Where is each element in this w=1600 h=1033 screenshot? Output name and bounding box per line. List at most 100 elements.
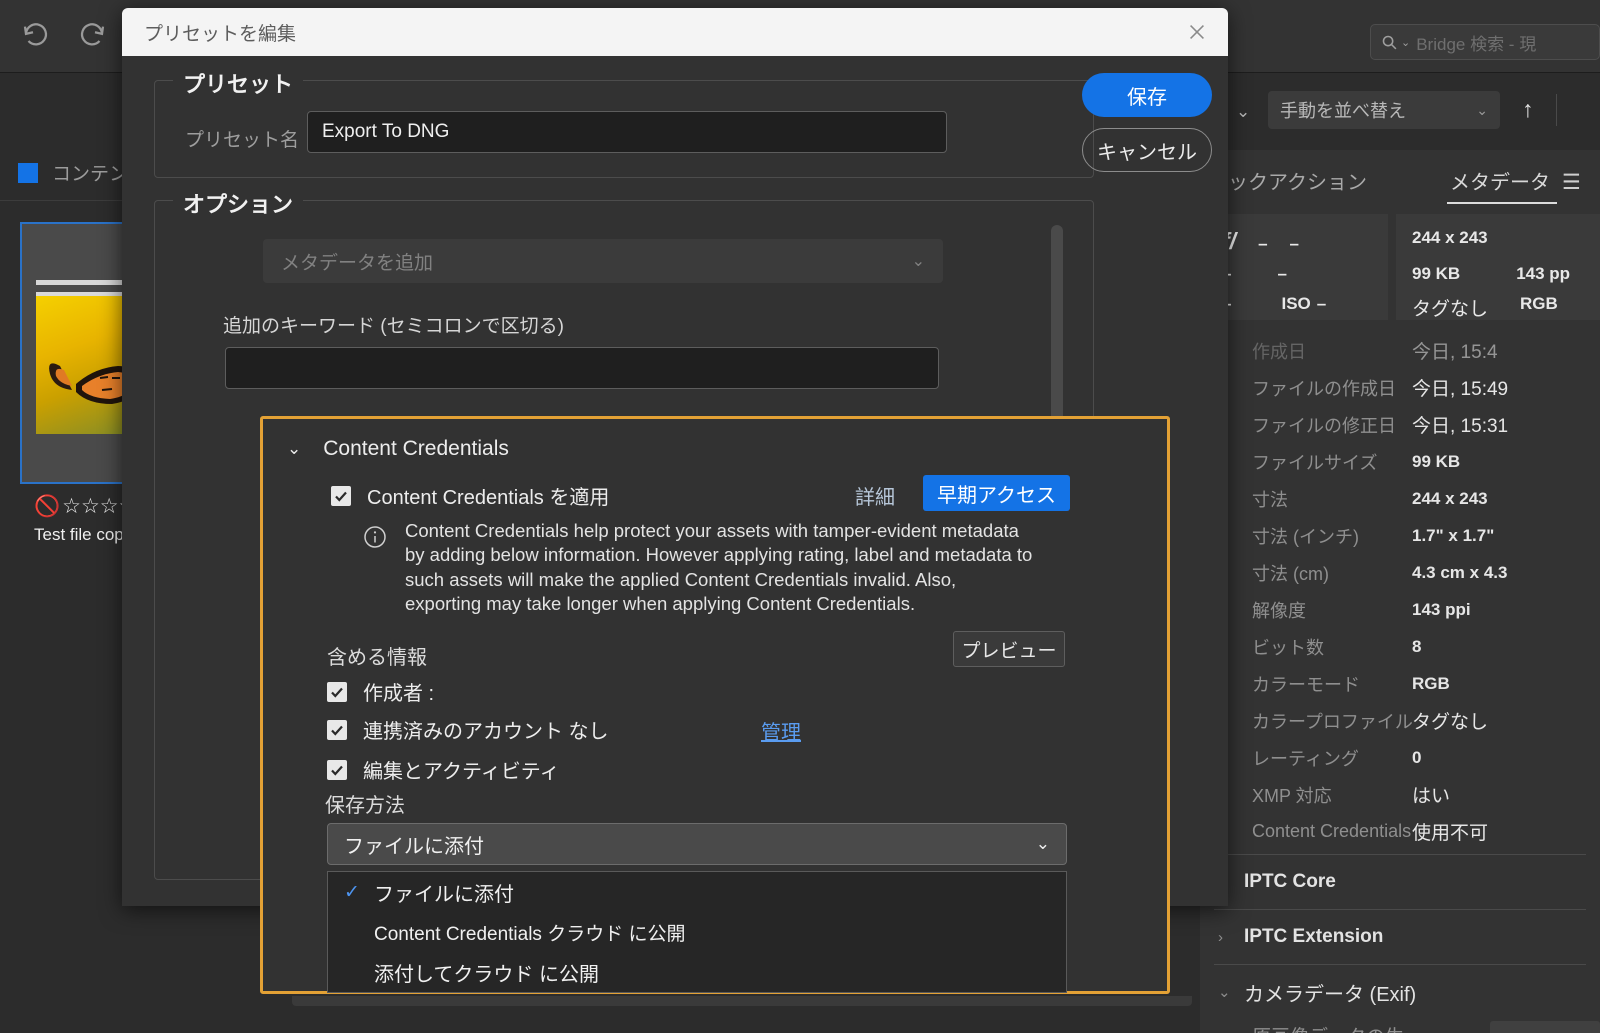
summary-colormode: RGB	[1520, 294, 1558, 313]
metadata-group-3[interactable]: ⌄ カメラデータ (Exif)	[1200, 969, 1600, 1015]
save-button[interactable]: 保存	[1082, 73, 1212, 117]
cancel-button[interactable]: キャンセル	[1082, 128, 1212, 172]
content-panel-swatch	[18, 162, 38, 183]
metadata-key: ファイルの作成日	[1252, 378, 1396, 399]
hamburger-menu-icon[interactable]: ☰	[1562, 170, 1581, 195]
checkbox-row-linked-accounts[interactable]: 連携済みのアカウント なし	[327, 715, 609, 744]
content-credentials-header[interactable]: ⌄ Content Credentials	[287, 437, 509, 461]
metadata-row: ファイルサイズ 99 KB	[1200, 443, 1600, 480]
metadata-value: はい	[1412, 786, 1451, 807]
linked-accounts-checkbox[interactable]	[327, 719, 347, 740]
dropdown-option-label: ファイルに添付	[374, 883, 514, 906]
save-method-label: 保存方法	[325, 795, 405, 817]
search-input[interactable]: ⌄ Bridge 検索 - 現	[1370, 24, 1600, 60]
metadata-row: XMP 対応 はい	[1200, 776, 1600, 813]
metadata-panel-tabs: イックアクション メタデータ ☰	[1200, 158, 1600, 204]
keywords-input[interactable]	[225, 347, 939, 389]
search-icon	[1381, 34, 1398, 51]
metadata-divider	[1214, 909, 1586, 910]
dialog-bottom-bar	[292, 996, 1192, 1006]
apply-content-credentials-label: Content Credentials を適用	[367, 487, 610, 509]
rotate-clockwise-icon[interactable]	[74, 18, 110, 54]
metadata-value: 143 ppi	[1412, 599, 1471, 619]
metadata-value: 今日, 15:49	[1412, 379, 1509, 400]
metadata-summary: f/ – – – – – ISO – 2	[1200, 214, 1600, 320]
close-icon[interactable]	[1184, 19, 1210, 45]
metadata-row: ファイルの修正日 今日, 15:31	[1200, 406, 1600, 443]
tab-metadata[interactable]: メタデータ	[1450, 166, 1550, 195]
summary-resolution: 143 pp	[1516, 264, 1571, 283]
dropdown-option-2[interactable]: Content Credentials クラウド に公開	[328, 912, 1066, 952]
metadata-row: カラープロファイル タグなし	[1200, 702, 1600, 739]
content-credentials-title: Content Credentials	[323, 437, 509, 460]
checkbox-row-edits-activity[interactable]: 編集とアクティビティ	[327, 755, 560, 784]
apply-content-credentials-row[interactable]: Content Credentials を適用	[331, 481, 609, 510]
save-method-dropdown[interactable]: ✓ ファイルに添付 Content Credentials クラウド に公開添付して…	[327, 871, 1067, 993]
edits-activity-checkbox[interactable]	[327, 759, 347, 780]
dropdown-option-3[interactable]: 添付してクラウド に公開	[328, 952, 1066, 992]
info-icon	[363, 525, 387, 549]
camera-summary-box: f/ – – – – – ISO –	[1208, 214, 1388, 320]
chevron-down-icon[interactable]: ⌄	[1218, 983, 1232, 1001]
creator-checkbox[interactable]	[327, 681, 347, 702]
file-summary-box: 244 x 243 99 KB 143 pp タグなし RGB	[1396, 214, 1600, 320]
save-method-value: ファイルに添付	[344, 835, 484, 858]
metadata-group-label: カメラデータ (Exif)	[1244, 983, 1417, 1006]
metadata-key: XMP 対応	[1252, 785, 1332, 806]
apply-content-credentials-checkbox[interactable]	[331, 485, 351, 506]
detail-link[interactable]: 詳細	[855, 481, 895, 510]
metadata-key: 解像度	[1252, 600, 1306, 621]
chevron-down-icon: ⌄	[911, 253, 925, 270]
add-metadata-select[interactable]: メタデータを追加 ⌄	[263, 239, 943, 283]
search-dropdown-chevron-icon[interactable]: ⌄	[1401, 36, 1410, 49]
panel-chevron-icon[interactable]: ⌄	[1236, 102, 1250, 122]
dropdown-option-1[interactable]: ✓ ファイルに添付	[328, 872, 1066, 912]
dialog-titlebar: プリセットを編集	[122, 8, 1228, 56]
add-metadata-label: メタデータを追加	[281, 252, 434, 274]
aperture-value: –	[1258, 234, 1268, 253]
metadata-group-2[interactable]: › IPTC Extension	[1200, 914, 1600, 960]
metadata-value: 4.3 cm x 4.3	[1412, 562, 1508, 582]
sort-order-select[interactable]: 手動を並べ替え ⌄	[1268, 91, 1500, 129]
dropdown-option-label: Content Credentials クラウド に公開	[374, 923, 686, 945]
metadata-key: レーティング	[1252, 748, 1359, 769]
metadata-value: 今日, 15:31	[1412, 416, 1509, 437]
metadata-row: 解像度 143 ppi	[1200, 591, 1600, 628]
thumbnail-filename: Test file copy	[34, 525, 133, 544]
manage-link[interactable]: 管理	[761, 716, 801, 745]
active-tab-underline	[1447, 202, 1557, 204]
metadata-row: Content Credentials 使用不可	[1200, 813, 1600, 850]
metadata-row: カラーモード RGB	[1200, 665, 1600, 702]
tab-quick-actions[interactable]: イックアクション	[1208, 166, 1367, 195]
metadata-value: RGB	[1412, 673, 1450, 693]
linked-accounts-label: 連携済みのアカウント なし	[363, 721, 609, 743]
chevron-down-icon[interactable]: ⌄	[287, 439, 301, 459]
metadata-key: 寸法 (インチ)	[1252, 526, 1359, 547]
metadata-value: 244 x 243	[1412, 488, 1488, 508]
exif-row: 原画像データの生	[1200, 1015, 1600, 1033]
metadata-value: タグなし	[1412, 712, 1489, 733]
early-access-button[interactable]: 早期アクセス	[923, 475, 1070, 511]
options-legend: オプション	[173, 187, 304, 219]
chevron-right-icon[interactable]: ›	[1218, 929, 1232, 946]
preview-button[interactable]: プレビュー	[953, 631, 1065, 667]
exif-value-field[interactable]	[1490, 1021, 1600, 1033]
metadata-divider	[1214, 854, 1586, 855]
metadata-row: 寸法 (インチ) 1.7" x 1.7"	[1200, 517, 1600, 554]
metadata-group-1[interactable]: ›IPTC Core	[1200, 859, 1600, 905]
preset-name-label: プリセット名	[185, 130, 300, 151]
iso-label: ISO	[1281, 294, 1311, 313]
rotate-tools	[18, 18, 110, 54]
metadata-value: 1.7" x 1.7"	[1412, 525, 1495, 545]
summary-filesize: 99 KB	[1412, 264, 1461, 283]
sort-ascending-icon[interactable]: ↑	[1522, 96, 1534, 123]
rotate-counterclockwise-icon[interactable]	[18, 18, 54, 54]
preset-name-input[interactable]	[307, 111, 947, 153]
reject-icon[interactable]: 🚫	[34, 495, 60, 519]
summary-profile: タグなし	[1412, 299, 1489, 320]
save-method-select[interactable]: ファイルに添付 ⌄	[327, 823, 1067, 865]
edits-activity-label: 編集とアクティビティ	[363, 761, 560, 783]
metadata-row: 作成日 今日, 15:4	[1200, 332, 1600, 369]
summary-dimensions: 244 x 243	[1412, 228, 1488, 247]
checkbox-row-creator[interactable]: 作成者 :	[327, 677, 434, 706]
